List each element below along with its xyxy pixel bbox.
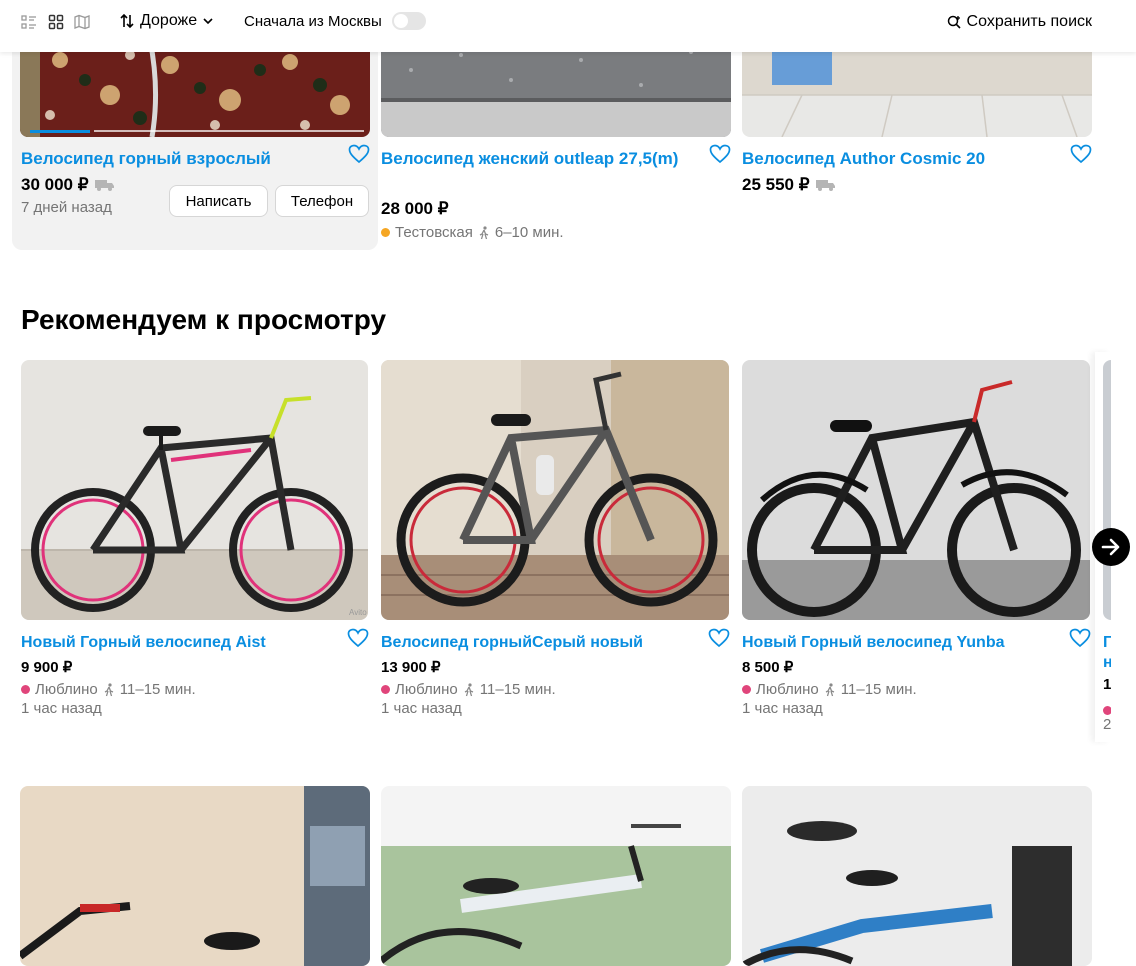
delivery-truck-icon bbox=[94, 180, 114, 191]
svg-text:Avito: Avito bbox=[349, 608, 367, 617]
metro-station: Люблино bbox=[756, 681, 819, 698]
listing-photo[interactable] bbox=[20, 40, 370, 137]
listing-title[interactable]: Велосипед горный взрослый bbox=[21, 147, 341, 171]
listing-date: 1 час назад bbox=[742, 700, 823, 717]
map-view-icon[interactable] bbox=[74, 14, 90, 30]
write-message-button[interactable]: Написать bbox=[169, 185, 268, 217]
listing-location: Люблино 11–15 мин. bbox=[381, 681, 556, 698]
favorite-heart-icon[interactable] bbox=[709, 144, 731, 164]
metro-line-dot bbox=[742, 685, 751, 694]
listing-price: 28 000 ₽ bbox=[381, 199, 449, 218]
delivery-truck-icon bbox=[815, 180, 835, 191]
listing-title: н bbox=[1103, 654, 1111, 671]
listing-title[interactable]: Велосипед Author Cosmic 20 bbox=[742, 147, 1062, 171]
sort-label: Дороже bbox=[140, 12, 198, 29]
walk-time: 11–15 мин. bbox=[119, 681, 196, 698]
listing-photo[interactable] bbox=[381, 786, 731, 966]
carousel-next-button[interactable] bbox=[1092, 528, 1130, 566]
moscow-first-toggle[interactable] bbox=[391, 12, 426, 30]
metro-station: Люблино bbox=[395, 681, 458, 698]
listing-price-row: 30 000 ₽ bbox=[21, 175, 115, 195]
favorite-heart-icon[interactable] bbox=[348, 144, 370, 164]
chevron-down-icon bbox=[203, 18, 213, 25]
metro-line-dot bbox=[21, 685, 30, 694]
walking-icon bbox=[479, 225, 489, 239]
listing-photo[interactable]: Avito bbox=[21, 360, 368, 620]
phone-button[interactable]: Телефон bbox=[275, 185, 369, 217]
listing-photo[interactable] bbox=[742, 360, 1090, 620]
list-view-icon[interactable] bbox=[21, 14, 37, 30]
listing-title[interactable]: Велосипед горныйСерый новый bbox=[381, 631, 701, 655]
listing-title[interactable]: Велосипед женский outleap 27,5(m) bbox=[381, 147, 681, 171]
favorite-heart-icon[interactable] bbox=[708, 628, 730, 648]
walk-time: 11–15 мин. bbox=[840, 681, 917, 698]
listing-location: Люблино 11–15 мин. bbox=[21, 681, 196, 698]
metro-line-dot bbox=[381, 685, 390, 694]
listing-date: 7 дней назад bbox=[21, 199, 112, 216]
listing-price: 9 900 ₽ bbox=[21, 659, 73, 676]
favorite-heart-icon[interactable] bbox=[347, 628, 369, 648]
moscow-first-label: Сначала из Москвы bbox=[244, 12, 382, 30]
walking-icon bbox=[104, 682, 114, 696]
favorite-heart-icon[interactable] bbox=[1070, 144, 1092, 164]
save-search-button[interactable]: Сохранить поиск bbox=[947, 13, 1092, 31]
metro-station: Люблино bbox=[35, 681, 98, 698]
favorite-heart-icon[interactable] bbox=[1069, 628, 1091, 648]
listing-photo[interactable] bbox=[20, 786, 370, 966]
listing-location: Тестовская 6–10 мин. bbox=[381, 224, 564, 241]
listing-photo[interactable] bbox=[381, 40, 731, 137]
walk-time: 11–15 мин. bbox=[479, 681, 556, 698]
walk-time: 6–10 мин. bbox=[494, 224, 564, 241]
listing-date: 1 час назад bbox=[381, 700, 462, 717]
arrow-right-icon bbox=[1101, 538, 1120, 556]
listing-photo[interactable] bbox=[742, 40, 1092, 137]
listing-price: 1 bbox=[1103, 676, 1111, 693]
listing-date: 2 bbox=[1103, 716, 1111, 733]
listing-price: 8 500 ₽ bbox=[742, 659, 794, 676]
grid-view-icon[interactable] bbox=[48, 14, 64, 30]
listing-price: 25 550 ₽ bbox=[742, 175, 810, 194]
metro-line-dot bbox=[1103, 706, 1111, 715]
sort-dropdown[interactable]: Дороже bbox=[120, 12, 213, 30]
listing-photo[interactable] bbox=[742, 786, 1092, 966]
moscow-first-filter: Сначала из Москвы bbox=[244, 12, 426, 30]
toolbar: Дороже Сначала из Москвы Сохранить поиск bbox=[0, 0, 1136, 52]
walking-icon bbox=[825, 682, 835, 696]
metro-line-dot bbox=[381, 228, 390, 237]
listing-title[interactable]: Новый Горный велосипед Yunba bbox=[742, 631, 1062, 655]
walking-icon bbox=[464, 682, 474, 696]
save-search-label: Сохранить поиск bbox=[966, 13, 1092, 30]
save-search-icon bbox=[947, 15, 961, 29]
listing-price: 13 900 ₽ bbox=[381, 659, 441, 676]
listing-location: Люблино 11–15 мин. bbox=[742, 681, 917, 698]
sort-arrows-icon bbox=[120, 13, 134, 29]
listing-price-row: 25 550 ₽ bbox=[742, 175, 836, 195]
listing-title[interactable]: Новый Горный велосипед Aist bbox=[21, 631, 341, 655]
listing-date: 1 час назад bbox=[21, 700, 102, 717]
listing-photo[interactable] bbox=[381, 360, 729, 620]
listing-photo bbox=[1103, 360, 1111, 620]
metro-station: Тестовская bbox=[395, 224, 473, 241]
listing-price: 30 000 ₽ bbox=[21, 175, 89, 194]
recommended-heading: Рекомендуем к просмотру bbox=[21, 304, 387, 335]
